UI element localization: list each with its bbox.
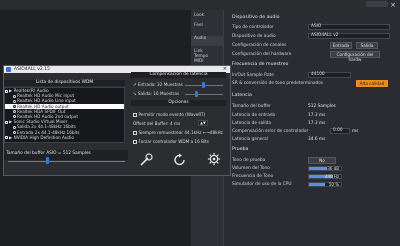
device-item[interactable]: ▶ NVIDIA High Definition Audio	[5, 135, 124, 140]
channel-radio[interactable]	[13, 115, 16, 119]
section-latency: Latencia	[232, 93, 252, 98]
gear-icon[interactable]	[207, 152, 221, 166]
channel-radio[interactable]	[13, 99, 16, 103]
output-latency-value: 17.3 ms	[308, 121, 326, 126]
sr-conversion-label: SR & conversión de tono predeterminados	[232, 81, 324, 86]
overall-latency-label: Latencia general	[232, 137, 268, 142]
driver-error-comp-unit: ms	[352, 129, 359, 134]
wdm-device-list[interactable]: ▶ Realtek(R) Audio Realtek HD Audio Mic …	[4, 87, 125, 143]
driver-error-comp-input[interactable]: 0.00	[330, 128, 350, 134]
output-config-button[interactable]: Salida	[356, 42, 378, 49]
channel-radio[interactable]	[13, 94, 16, 98]
test-tone-toggle[interactable]: No	[308, 157, 336, 164]
buffer-offset-spinner[interactable]: ▲▼	[198, 120, 208, 126]
tone-frequency-value: 440 Hz	[324, 174, 339, 179]
event-mode-checkbox[interactable]	[133, 113, 137, 117]
tone-volume-fill	[309, 167, 327, 170]
output-latency-readout: ↘ Salida: 16 Muestras	[133, 91, 180, 96]
driver-type-select[interactable]: ASIO	[308, 24, 390, 30]
sample-rate-select[interactable]: 44100	[308, 72, 351, 78]
buffer-size-slider-track[interactable]	[8, 161, 125, 162]
tab-audio[interactable]: Audio	[191, 36, 223, 46]
refresh-icon[interactable]	[172, 152, 188, 168]
driver-error-comp-label: Compensación error de controlador	[232, 129, 309, 134]
tone-frequency-slider[interactable]: 440 Hz	[308, 174, 342, 179]
wrench-icon[interactable]	[138, 152, 154, 168]
resample-option[interactable]: Siempre remuestrear 44.1kHz ←→48kHz	[133, 130, 223, 135]
device-checkbox[interactable]	[5, 136, 8, 140]
latency-comp-header: Compensación de latencia	[131, 72, 226, 78]
output-latency-slider-track[interactable]	[185, 94, 223, 95]
event-mode-option[interactable]: Permitir modo evento (WaveRT)	[133, 112, 205, 117]
audio-device-select[interactable]: ASIO4ALL v2	[308, 33, 390, 39]
buffer-footer: Tamaño del buffer ASIO = 512 Samples	[4, 150, 128, 160]
titlebar-pill[interactable]	[366, 1, 388, 7]
buffer-size-label: Tamaño del buffer	[232, 104, 271, 109]
tone-volume-label: Volumen del Tono	[232, 166, 270, 171]
close-icon[interactable]: ×	[390, 1, 396, 9]
channel-radio[interactable]	[13, 105, 16, 109]
input-latency-slider-knob[interactable]	[202, 82, 205, 88]
input-latency-readout: ↗ Entrada: 32 Muestras	[133, 82, 183, 87]
title-bar: ×	[0, 0, 400, 10]
output-latency-slider-knob[interactable]	[195, 91, 198, 97]
section-sample-rate: Frecuencia de muestreo	[232, 62, 289, 67]
tab-look[interactable]: Look	[191, 13, 223, 23]
dialog-title: ASIO4ALL v2.15	[14, 67, 50, 72]
cpu-simulator-value: 50 %	[328, 182, 339, 187]
channel-radio[interactable]	[13, 125, 16, 129]
channel-config-label: Configuración de canales	[232, 43, 287, 48]
input-config-button[interactable]: Entrada	[330, 42, 352, 49]
options-header: Opciones	[131, 100, 226, 106]
audio-device-label: Dispositivo de audio	[232, 34, 276, 39]
test-tone-label: Tono de prueba	[232, 158, 266, 163]
overall-latency-value: 34.6 ms	[308, 137, 326, 142]
tone-volume-slider[interactable]: -36 dB	[308, 166, 342, 171]
tone-frequency-label: Frecuencia de Tono	[232, 174, 274, 179]
input-latency-label: Latencia de entrada	[232, 113, 276, 118]
input-latency-value: 17.3 ms	[308, 113, 326, 118]
asio-buffer-size-label: Tamaño del buffer ASIO = 512 Samples	[6, 151, 91, 156]
tone-volume-value: -36 dB	[325, 166, 339, 171]
cpu-simulator-slider[interactable]: 50 %	[308, 182, 342, 187]
buffer-offset-label: Offset del Buffer: 4 ms	[133, 121, 181, 126]
asio4all-icon	[6, 67, 11, 72]
hw-config-label: Configuración del hardware	[232, 52, 292, 57]
force-16bit-option[interactable]: Forzar controlador WDM a 16 Bits	[133, 139, 209, 144]
channel-radio[interactable]	[13, 131, 16, 134]
tab-feel[interactable]: Feel	[191, 23, 223, 33]
high-quality-toggle[interactable]: Alta calidad	[356, 80, 388, 87]
buffer-size-value: 512 Samples	[308, 104, 336, 109]
force-16bit-checkbox[interactable]	[133, 140, 137, 144]
driver-type-label: Tipo de controlador	[232, 25, 274, 30]
cpu-simulator-fill	[309, 183, 325, 186]
device-checkbox[interactable]	[5, 120, 8, 124]
device-checkbox[interactable]	[5, 89, 8, 93]
section-audio-device: Dispositivo de audio	[232, 15, 280, 20]
buffer-size-slider-knob[interactable]	[46, 157, 49, 164]
section-test: Prueba	[232, 147, 249, 152]
sample-rate-label: In/Out Sample Rate	[232, 73, 274, 78]
resample-checkbox[interactable]	[133, 131, 137, 135]
channel-radio[interactable]	[13, 110, 16, 114]
output-latency-label: Latencia de salida	[232, 121, 271, 126]
hardware-config-button[interactable]: Configuración del hardw	[330, 51, 380, 62]
cpu-simulator-label: Simulador de uso de la CPU	[232, 182, 292, 187]
wdm-list-header: Lista de dispositivos WDM	[4, 80, 125, 86]
